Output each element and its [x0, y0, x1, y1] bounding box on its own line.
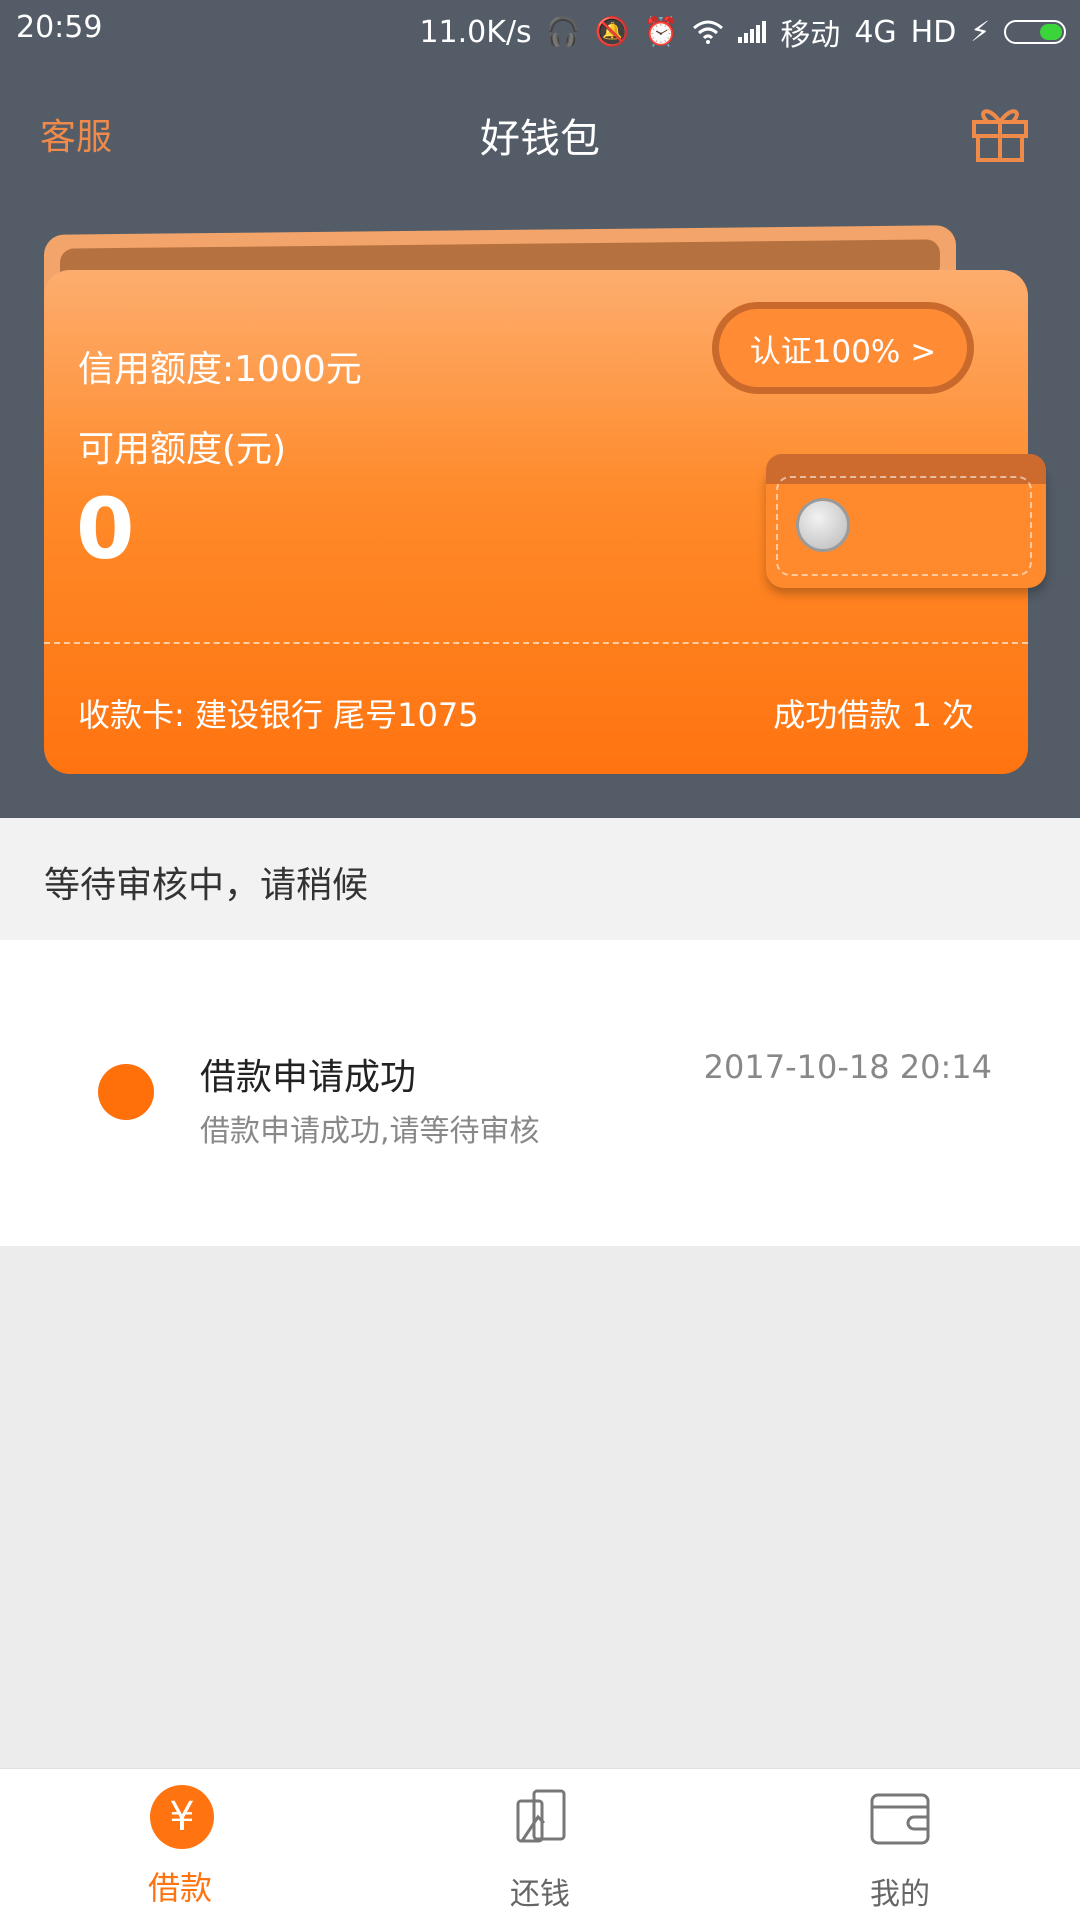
review-status-text: 等待审核中，请稍候: [44, 865, 369, 906]
nav-tab-mine[interactable]: 我的: [720, 1769, 1080, 1921]
nav-tab-repay[interactable]: 还钱: [360, 1769, 720, 1921]
gift-icon[interactable]: [970, 100, 1030, 164]
nav-label-repay: 还钱: [510, 1877, 570, 1912]
page-title: 好钱包: [480, 116, 600, 162]
wallet-icon: [870, 1793, 930, 1845]
wallet-card: 信用额度:1000元 认证100% > 可用额度(元) 0 收款卡: 建设银行 …: [44, 225, 1046, 775]
wallet-clasp: [766, 454, 1046, 588]
nav-tab-borrow[interactable]: ¥ 借款: [0, 1769, 360, 1921]
carrier-name: 移动: [780, 18, 841, 53]
timeline-dot: [98, 1064, 154, 1120]
status-indicators: 11.0K/s 🎧 🔕 ⏰ 移动 4G HD ⚡: [419, 10, 1066, 54]
auth-button[interactable]: 认证100% >: [712, 302, 974, 394]
status-time: 20:59: [16, 10, 103, 45]
wifi-icon: [693, 20, 724, 44]
available-label: 可用额度(元): [78, 429, 287, 470]
hd-indicator: HD: [910, 14, 957, 50]
bottom-nav: ¥ 借款 还钱 我的: [0, 1768, 1080, 1921]
event-title: 借款申请成功: [200, 1057, 417, 1098]
app-header: 客服 好钱包: [0, 70, 1080, 200]
review-status-bar: 等待审核中，请稍候: [0, 818, 1080, 940]
network-type: 4G: [854, 14, 897, 50]
loan-count: 成功借款 1 次: [773, 696, 974, 734]
signal-icon: [738, 21, 767, 43]
clasp-button-icon: [796, 498, 850, 552]
top-area: 20:59 11.0K/s 🎧 🔕 ⏰ 移动 4G HD ⚡ 客服 好钱包 信用…: [0, 0, 1080, 818]
network-speed: 11.0K/s: [419, 14, 532, 50]
battery-icon: [1004, 20, 1066, 44]
status-bar: 20:59 11.0K/s 🎧 🔕 ⏰ 移动 4G HD ⚡: [0, 0, 1080, 56]
bank-card-info: 收款卡: 建设银行 尾号1075: [78, 696, 479, 734]
credit-line: 信用额度:1000元: [78, 349, 362, 390]
divider: [44, 642, 1028, 644]
yuan-icon: ¥: [150, 1785, 214, 1849]
headphones-icon: 🎧: [545, 15, 581, 48]
timeline: 借款申请成功 借款申请成功,请等待审核 2017-10-18 20:14: [0, 940, 1080, 1246]
nav-label-borrow: 借款: [147, 1869, 212, 1907]
nav-label-mine: 我的: [870, 1877, 930, 1912]
mute-icon: 🔕: [594, 15, 630, 48]
event-time: 2017-10-18 20:14: [703, 1048, 992, 1086]
alarm-icon: ⏰: [643, 15, 679, 48]
available-value: 0: [76, 480, 135, 578]
charging-icon: ⚡: [970, 15, 990, 48]
repay-icon: [516, 1789, 566, 1843]
event-description: 借款申请成功,请等待审核: [200, 1114, 540, 1149]
